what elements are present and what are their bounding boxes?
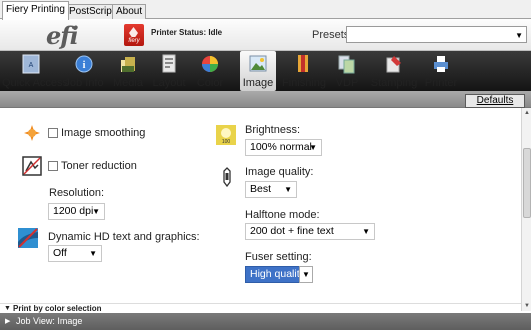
dynamic-hd-label: Dynamic HD text and graphics: [48,231,200,243]
toolbar-printer[interactable]: Printer [422,51,460,91]
scroll-down-arrow-icon[interactable]: ▼ [523,302,531,310]
toolbar-stamping[interactable]: Stamping [368,51,420,91]
tab-about[interactable]: About [112,4,147,19]
toolbar-label: Finishing [282,77,327,89]
brightness-label: Brightness: [245,124,301,136]
resolution-dropdown[interactable]: 1200 dpi ▼ [48,203,105,220]
toolbar-label: Color [196,77,224,89]
toolbar-label: Media [113,77,143,89]
toolbar-layout[interactable]: Layout [148,51,190,91]
toolbar-color[interactable]: Color [190,51,230,91]
toolbar-label: Layout [152,77,186,89]
scroll-up-arrow-icon[interactable]: ▲ [523,109,531,117]
svg-text:A: A [29,62,34,69]
info-icon: i [75,55,93,73]
toolbar-media[interactable]: Media [108,51,148,91]
printer-status: Printer Status: Idle [151,28,223,37]
top-tab-bar: Fiery Printing PostScript About [0,0,531,20]
toolbar-image[interactable]: Image [240,51,276,91]
toolbar-quick-access[interactable]: A Quick Access [2,51,69,91]
color-icon [202,56,218,72]
printer-icon [434,56,448,72]
dynamic-hd-value: Off [53,247,67,259]
image-smoothing-checkbox[interactable] [48,128,58,138]
options-header-bar: Defaults [0,91,531,108]
toolbar-label: Printer [424,77,458,89]
toner-reduction-checkbox[interactable] [48,161,58,171]
dynamic-hd-dropdown[interactable]: Off ▼ [48,245,102,262]
tab-postscript[interactable]: PostScript [65,4,119,19]
chevron-down-icon: ▼ [309,143,317,152]
layout-icon [162,54,176,73]
halftone-value: 200 dot + fine text [250,225,334,237]
toolbar-job-info[interactable]: i Job Info [60,51,108,91]
header-bar: efi fiery Printer Status: Idle Presets: … [0,19,531,51]
resolution-label: Resolution: [49,187,105,199]
toolbar-label: Image [242,77,274,89]
print-by-color-section[interactable]: ▼ Print by color selection [0,303,521,313]
vertical-scrollbar[interactable]: ▲ ▼ [521,108,531,311]
brightness-icon-text: 100 [222,139,231,145]
finishing-icon [298,55,308,72]
toolbar-finishing[interactable]: Finishing [282,51,327,91]
chevron-down-icon: ▼ [362,227,370,236]
category-toolbar: A Quick Access i Job Info Media Layout C… [0,51,531,91]
toolbar-vdp[interactable]: VDP [330,51,364,91]
toolbar-label: Quick Access [2,77,69,89]
chevron-down-icon: ▼ [299,266,313,283]
fiery-logo-icon: fiery [124,24,144,46]
fuser-value: High quality [250,268,305,280]
toolbar-label: Job Info [64,77,104,89]
image-smoothing-icon [22,123,42,143]
quick-access-icon: A [22,54,40,74]
halftone-dropdown[interactable]: 200 dot + fine text ▼ [245,223,375,240]
brightness-value: 100% normal [250,141,312,153]
image-quality-label: Image quality: [245,166,314,178]
svg-text:i: i [83,60,86,71]
toner-reduction-icon [22,156,42,176]
media-icon [121,57,135,72]
chevron-down-icon: ▼ [92,207,100,216]
dynamic-hd-icon [18,228,38,248]
scrollbar-thumb[interactable] [523,148,531,218]
resolution-value: 1200 dpi [53,205,94,217]
image-quality-value: Best [250,183,272,195]
chevron-down-icon: ▼ [515,31,523,40]
print-by-color-label: Print by color selection [13,304,102,313]
toner-reduction-label: Toner reduction [61,160,137,172]
vdp-icon [338,55,355,74]
brightness-icon: 100 [216,125,236,145]
fuser-dropdown[interactable]: High quality ▼ [245,266,313,283]
tab-fiery-printing[interactable]: Fiery Printing [2,1,69,20]
presets-dropdown[interactable]: ▼ [346,26,527,43]
efi-logo: efi [46,21,79,50]
image-quality-icon [217,167,237,187]
job-view-bar[interactable]: ▶ Job View: Image [0,313,531,330]
defaults-button[interactable]: Defaults [465,94,525,108]
image-icon [249,55,267,72]
toolbar-label: VDP [335,77,359,89]
image-options-panel: Image smoothing Toner reduction Resoluti… [0,108,521,303]
job-view-label: Job View: Image [16,316,83,326]
toolbar-label: Stamping [370,77,418,89]
chevron-down-icon: ▼ [89,249,97,258]
brightness-dropdown[interactable]: 100% normal ▼ [245,139,322,156]
fuser-label: Fuser setting: [245,251,312,263]
collapse-triangle-icon: ▶ [5,318,11,325]
stamping-icon [386,56,401,73]
image-quality-dropdown[interactable]: Best ▼ [245,181,297,198]
image-smoothing-label: Image smoothing [61,127,146,139]
chevron-down-icon: ▼ [284,185,292,194]
halftone-label: Halftone mode: [245,209,320,221]
